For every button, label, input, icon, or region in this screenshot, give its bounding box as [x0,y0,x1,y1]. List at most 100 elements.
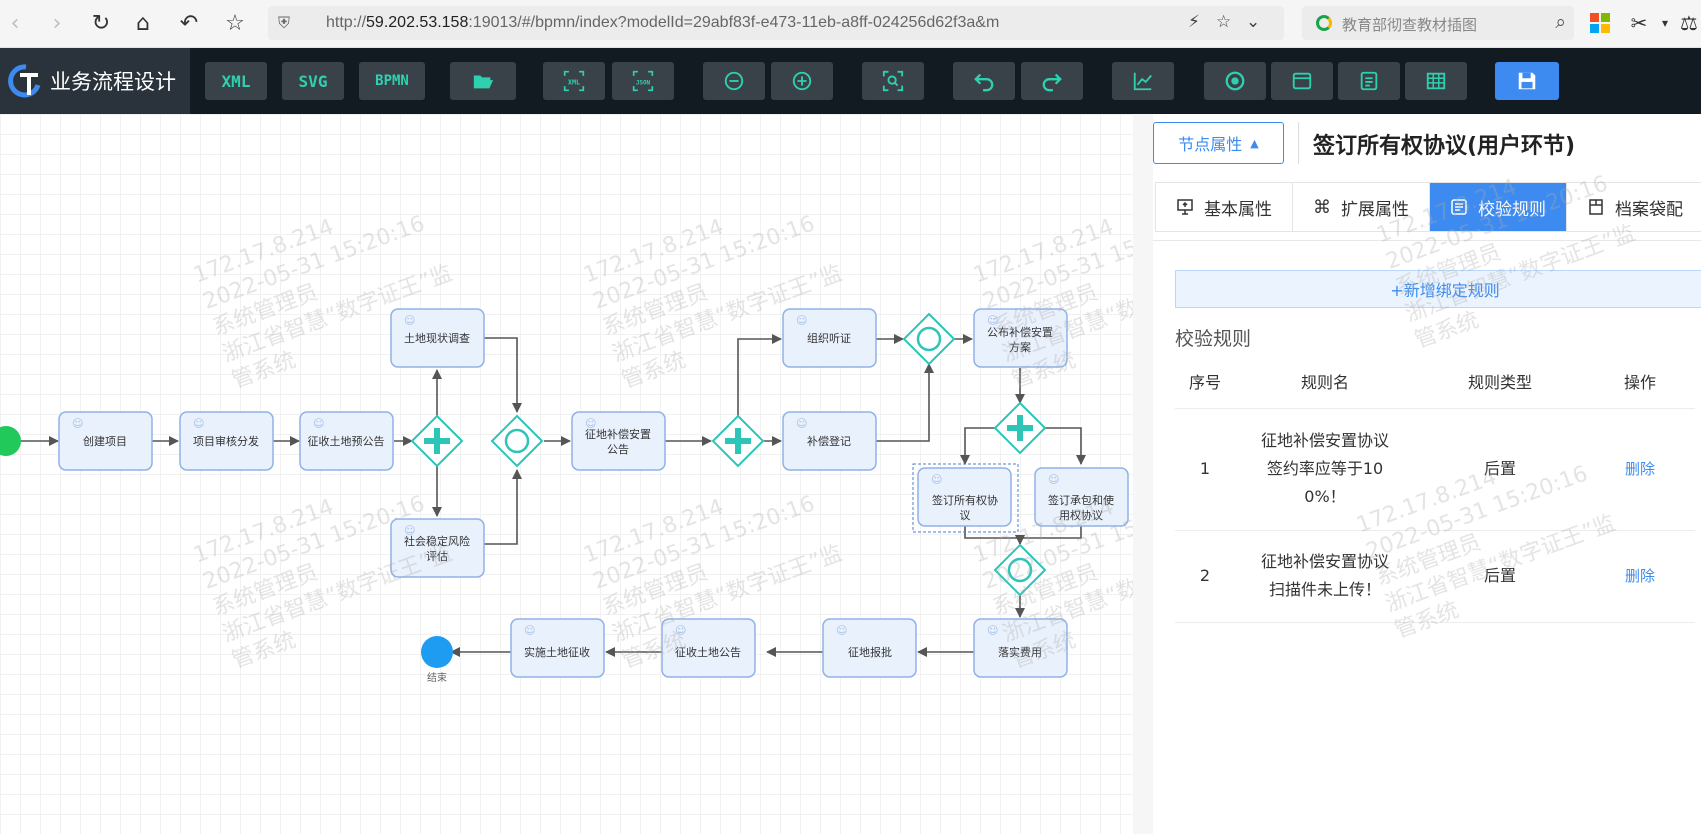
task-approval[interactable]: ☺ 征地报批 [822,618,917,678]
export-svg-button[interactable]: SVG [282,62,344,100]
divider [1298,122,1299,164]
task-comp-notice[interactable]: ☺ 征地补偿安置 公告 [571,411,666,471]
inclusive-gateway-3[interactable] [993,543,1047,597]
task-label: 征收土地公告 [675,645,741,659]
table-button[interactable] [1405,62,1467,100]
panel-divider[interactable] [1133,114,1153,834]
task-pre-notice[interactable]: ☺ 征收土地预公告 [299,411,394,471]
user-task-icon: ☺ [404,314,415,327]
start-event[interactable] [0,426,21,456]
undo-icon [974,73,994,92]
parallel-gateway-1[interactable] [410,414,464,468]
task-create-project[interactable]: ☺ 创建项目 [58,411,153,471]
reload-icon[interactable]: ↻ [88,10,114,36]
node-properties-label: 节点属性 [1178,135,1243,154]
column-header-action: 操作 [1585,354,1695,409]
parallel-gateway-2[interactable] [711,414,765,468]
undo-tab-icon[interactable]: ↶ [176,10,202,36]
task-review-dispatch[interactable]: ☺ 项目审核分发 [179,411,274,471]
folder-open-icon [473,75,494,89]
task-land-notice[interactable]: ☺ 征收土地公告 [661,618,756,678]
edit-diagram-button[interactable] [1112,62,1174,100]
rule-name: 征地补偿安置协议 签约率应等于10 0%！ [1235,408,1415,531]
undo-button[interactable] [953,62,1015,100]
tab-label: 基本属性 [1204,199,1272,220]
save-icon [1518,72,1536,90]
tab-basic-properties[interactable]: 基本属性 [1156,183,1293,231]
delete-rule-link[interactable]: 删除 [1585,408,1695,531]
apps-icon[interactable] [1590,13,1610,33]
zoom-out-button[interactable] [703,62,765,100]
search-icon[interactable]: ⌕ [1555,11,1566,33]
scissors-icon[interactable]: ✂ [1626,10,1652,36]
inclusive-gateway-2[interactable] [902,312,956,366]
user-task-icon: ☺ [796,314,807,327]
column-header-name: 规则名 [1235,354,1415,409]
user-task-icon: ☺ [72,417,83,430]
favorite-icon[interactable]: ☆ [222,10,248,36]
task-label: 征地补偿安置 [585,427,651,441]
task-risk-assessment[interactable]: ☺ 社会稳定风险 评估 [390,518,485,578]
delete-rule-link[interactable]: 删除 [1585,530,1695,623]
zoom-in-icon [792,71,812,91]
home-icon[interactable]: ⌂ [130,10,156,36]
node-properties-dropdown[interactable]: 节点属性 ▲ [1153,122,1284,164]
tab-archive-config[interactable]: 档案袋配 [1567,183,1701,231]
json-preview-icon: JSON [632,70,654,92]
document-button[interactable] [1338,62,1400,100]
task-label: 创建项目 [83,434,127,448]
end-event[interactable] [421,636,453,668]
caret-up-icon: ▲ [1250,136,1259,150]
open-file-button[interactable] [450,62,516,100]
task-hearing[interactable]: ☺ 组织听证 [782,308,877,368]
app-title: 业务流程设计 [50,70,176,94]
task-land-survey[interactable]: ☺ 土地现状调查 [390,308,485,368]
back-icon[interactable]: ‹ [2,10,28,36]
parallel-gateway-3[interactable] [993,401,1047,455]
simulate-button[interactable] [1204,62,1266,100]
task-implement[interactable]: ☺ 实施土地征收 [510,618,605,678]
task-sign-ownership-selected[interactable]: ☺ 签订所有权协 议 [912,463,1019,533]
browser-bar: ‹ › ↻ ⌂ ↶ ☆ ⛨ http://59.202.53.158:19013… [0,0,1701,48]
fit-view-button[interactable] [862,62,924,100]
task-comp-register[interactable]: ☺ 补偿登记 [782,411,877,471]
save-button[interactable] [1495,62,1559,100]
chevron-down-icon[interactable]: ⌄ [1246,12,1260,32]
rule-index: 2 [1175,530,1235,623]
tab-label: 档案袋配 [1615,199,1683,220]
export-bpmn-button[interactable]: BPMN [359,62,425,100]
redo-button[interactable] [1021,62,1083,100]
zoom-in-button[interactable] [771,62,833,100]
command-icon: ⌘ [1313,196,1331,218]
column-header-type: 规则类型 [1415,354,1585,409]
chevron-down-icon[interactable]: ▾ [1652,10,1678,36]
window-button[interactable] [1271,62,1333,100]
forward-icon[interactable]: › [44,10,70,36]
preview-xml-button[interactable]: XML [543,62,605,100]
task-label: 实施土地征收 [524,645,590,659]
task-label: 补偿登记 [807,434,851,448]
preview-json-button[interactable]: JSON [612,62,674,100]
tab-validation-rules[interactable]: 校验规则 [1430,183,1567,231]
xml-preview-icon: XML [563,70,585,92]
svg-text:XML: XML [568,78,580,86]
search-box[interactable]: 教育部彻查教材插图 ⌕ [1302,6,1574,40]
export-xml-button[interactable]: XML [205,62,267,100]
chart-edit-icon [1133,72,1152,91]
task-sign-use-rights[interactable]: ☺ 签订承包和使 用权协议 [1034,467,1129,527]
task-fee[interactable]: ☺ 落实费用 [973,618,1068,678]
properties-panel: 节点属性 ▲ 签订所有权协议(用户环节) 基本属性 ⌘ 扩展属性 校验规则 档案… [1153,114,1701,834]
tools-icon[interactable]: ⚖ [1676,10,1701,36]
address-bar[interactable]: ⛨ http://59.202.53.158:19013/#/bpmn/inde… [268,6,1284,40]
panel-title: 签订所有权协议(用户环节) [1313,134,1576,159]
inclusive-gateway-1[interactable] [490,414,544,468]
bpmn-canvas[interactable]: 结束 ☺ 创建项目 ☺ 项目审核分发 ☺ 征收土地预公告 ☺ 土地现状调查 ☺ … [0,114,1133,834]
task-label: 公布补偿安置 [987,325,1053,339]
add-binding-rule-button[interactable]: +新增绑定规则 [1175,270,1701,308]
table-row: 1 征地补偿安置协议 签约率应等于10 0%！ 后置 删除 [1175,408,1695,531]
window-icon [1292,72,1312,90]
bookmark-star-icon[interactable]: ☆ [1216,12,1231,32]
flash-icon[interactable]: ⚡ [1188,12,1200,32]
tab-extended-properties[interactable]: ⌘ 扩展属性 [1293,183,1430,231]
task-publish-plan[interactable]: ☺ 公布补偿安置 方案 [973,308,1068,368]
